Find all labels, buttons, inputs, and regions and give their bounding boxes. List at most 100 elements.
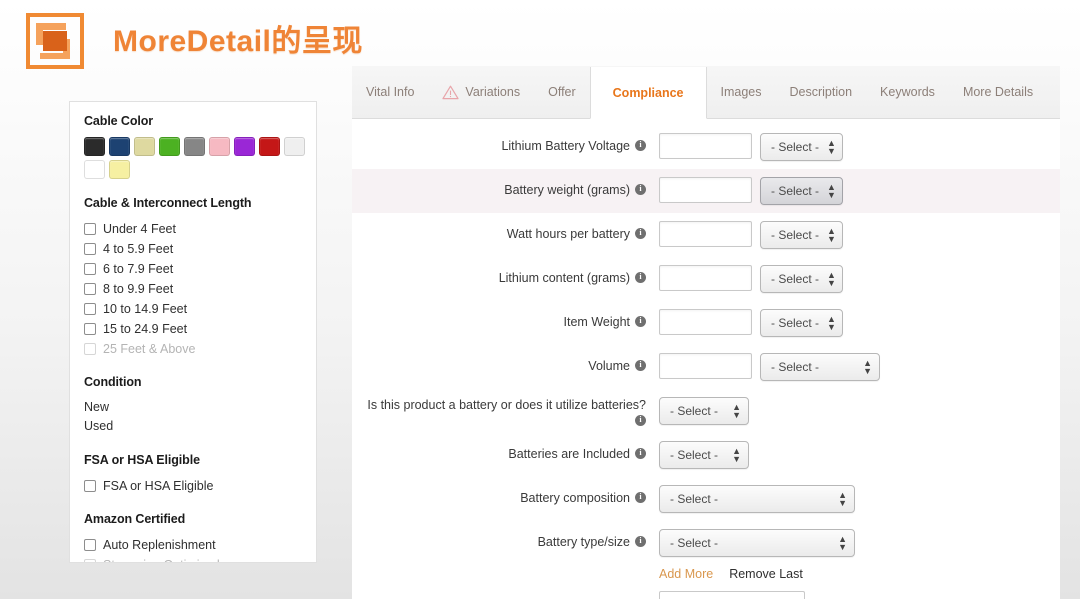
color-swatch-green[interactable] [159,137,180,156]
info-icon[interactable] [635,140,646,151]
checkbox-icon[interactable] [84,323,96,335]
chevron-updown-icon: ▲▼ [863,359,872,375]
filter-link-item[interactable]: Used [84,417,302,436]
text-input[interactable] [659,353,752,379]
select-dropdown[interactable]: - Select -▲▼ [760,309,843,337]
filter-checkbox-row[interactable]: Under 4 Feet [84,219,302,238]
form-row-label-text: Battery composition [520,491,630,505]
color-swatch-khaki[interactable] [134,137,155,156]
select-dropdown[interactable]: - Select -▲▼ [659,529,855,557]
chevron-updown-icon: ▲▼ [732,403,741,419]
select-dropdown[interactable]: - Select -▲▼ [760,133,843,161]
select-dropdown[interactable]: - Select - ▲▼ [659,397,749,425]
text-input[interactable] [659,265,752,291]
color-swatch-yellow[interactable] [109,160,130,179]
info-icon[interactable] [635,492,646,503]
filter-checkbox-row: Streaming Optimized [84,555,302,563]
tab-vital-info[interactable]: Vital Info [352,66,428,118]
form-row-fields: - Select -▲▼ [646,301,843,337]
filter-section-heading: Cable & Interconnect Length [84,196,302,210]
filter-checkbox-row: 25 Feet & Above [84,339,302,358]
checkbox-icon[interactable] [84,303,96,315]
tab-keywords[interactable]: Keywords [866,66,949,118]
checkbox-icon[interactable] [84,480,96,492]
form-row-label-text: Lithium Battery Voltage [501,139,630,153]
form-row-label: Battery composition [352,477,646,506]
color-swatch-navy-blue[interactable] [109,137,130,156]
tab-images[interactable]: Images [707,66,776,118]
info-icon[interactable] [635,272,646,283]
info-icon[interactable] [635,228,646,239]
color-swatch-off-white[interactable] [284,137,305,156]
form-row: Battery weight (grams) - Select -▲▼ [352,169,1060,213]
info-icon[interactable] [635,316,646,327]
filter-checkbox-row[interactable]: FSA or HSA Eligible [84,476,302,495]
text-input[interactable] [659,177,752,203]
form-row-label: Watt hours per battery [352,213,646,242]
row-action-links: Add More Remove Last [352,567,1060,581]
remove-last-link[interactable]: Remove Last [729,567,803,581]
add-more-link[interactable]: Add More [659,567,713,581]
text-input[interactable] [659,133,752,159]
form-row-label-text: Lithium content (grams) [499,271,630,285]
tab-label: Description [790,85,853,99]
filter-checkbox-row[interactable]: 8 to 9.9 Feet [84,279,302,298]
filter-checkbox-row[interactable]: 10 to 14.9 Feet [84,299,302,318]
select-value: - Select - [670,448,718,462]
tab-more-details[interactable]: More Details [949,66,1047,118]
color-swatch-white[interactable] [84,160,105,179]
checkbox-icon[interactable] [84,283,96,295]
filter-checkbox-label: 4 to 5.9 Feet [103,242,173,256]
filter-checkbox-label: Streaming Optimized [103,558,220,564]
color-swatch-pink[interactable] [209,137,230,156]
info-icon[interactable] [635,415,646,426]
color-swatch-black[interactable] [84,137,105,156]
tab-offer[interactable]: Offer [534,66,590,118]
tab-description[interactable]: Description [776,66,867,118]
partial-text-input[interactable] [659,591,805,599]
color-swatch-gray[interactable] [184,137,205,156]
info-icon[interactable] [635,448,646,459]
color-swatch-red[interactable] [259,137,280,156]
form-row-label-text: Batteries are Included [508,447,630,461]
form-row-label: Battery weight (grams) [352,169,646,198]
filter-checkbox-label: 15 to 24.9 Feet [103,322,187,336]
checkbox-icon[interactable] [84,243,96,255]
filter-checkbox-row[interactable]: 4 to 5.9 Feet [84,239,302,258]
select-value: - Select - [771,140,819,154]
select-dropdown[interactable]: - Select -▲▼ [760,265,843,293]
filter-checkbox-row[interactable]: 15 to 24.9 Feet [84,319,302,338]
select-dropdown[interactable]: - Select -▲▼ [760,221,843,249]
form-row-fields: - Select -▲▼ [646,213,843,249]
chevron-updown-icon: ▲▼ [827,271,836,287]
info-icon[interactable] [635,184,646,195]
info-icon[interactable] [635,536,646,547]
color-swatch-grid [84,137,306,179]
tab-compliance[interactable]: Compliance [590,67,707,119]
select-value: - Select - [670,404,718,418]
select-value: - Select - [670,492,718,506]
filter-link-item[interactable]: New [84,398,302,417]
tab-label: Vital Info [366,85,414,99]
text-input[interactable] [659,221,752,247]
form-row: Watt hours per battery - Select -▲▼ [352,213,1060,257]
checkbox-icon[interactable] [84,539,96,551]
form-row: Batteries are Included - Select -▲▼ [352,433,1060,477]
tab-variations[interactable]: Variations [428,66,534,118]
filter-checkbox-row[interactable]: 6 to 7.9 Feet [84,259,302,278]
filter-checkbox-label: 6 to 7.9 Feet [103,262,173,276]
filter-checkbox-row[interactable]: Auto Replenishment [84,535,302,554]
info-icon[interactable] [635,360,646,371]
moredetail-square-logo-icon [26,13,84,69]
checkbox-icon[interactable] [84,263,96,275]
form-row: Volume- Select -▲▼ [352,345,1060,389]
select-dropdown[interactable]: - Select -▲▼ [760,177,843,205]
filter-checkbox-label: Under 4 Feet [103,222,176,236]
select-dropdown[interactable]: - Select -▲▼ [659,441,749,469]
select-dropdown[interactable]: - Select -▲▼ [659,485,855,513]
color-swatch-purple[interactable] [234,137,255,156]
select-dropdown[interactable]: - Select -▲▼ [760,353,880,381]
select-value: - Select - [771,228,819,242]
checkbox-icon[interactable] [84,223,96,235]
text-input[interactable] [659,309,752,335]
